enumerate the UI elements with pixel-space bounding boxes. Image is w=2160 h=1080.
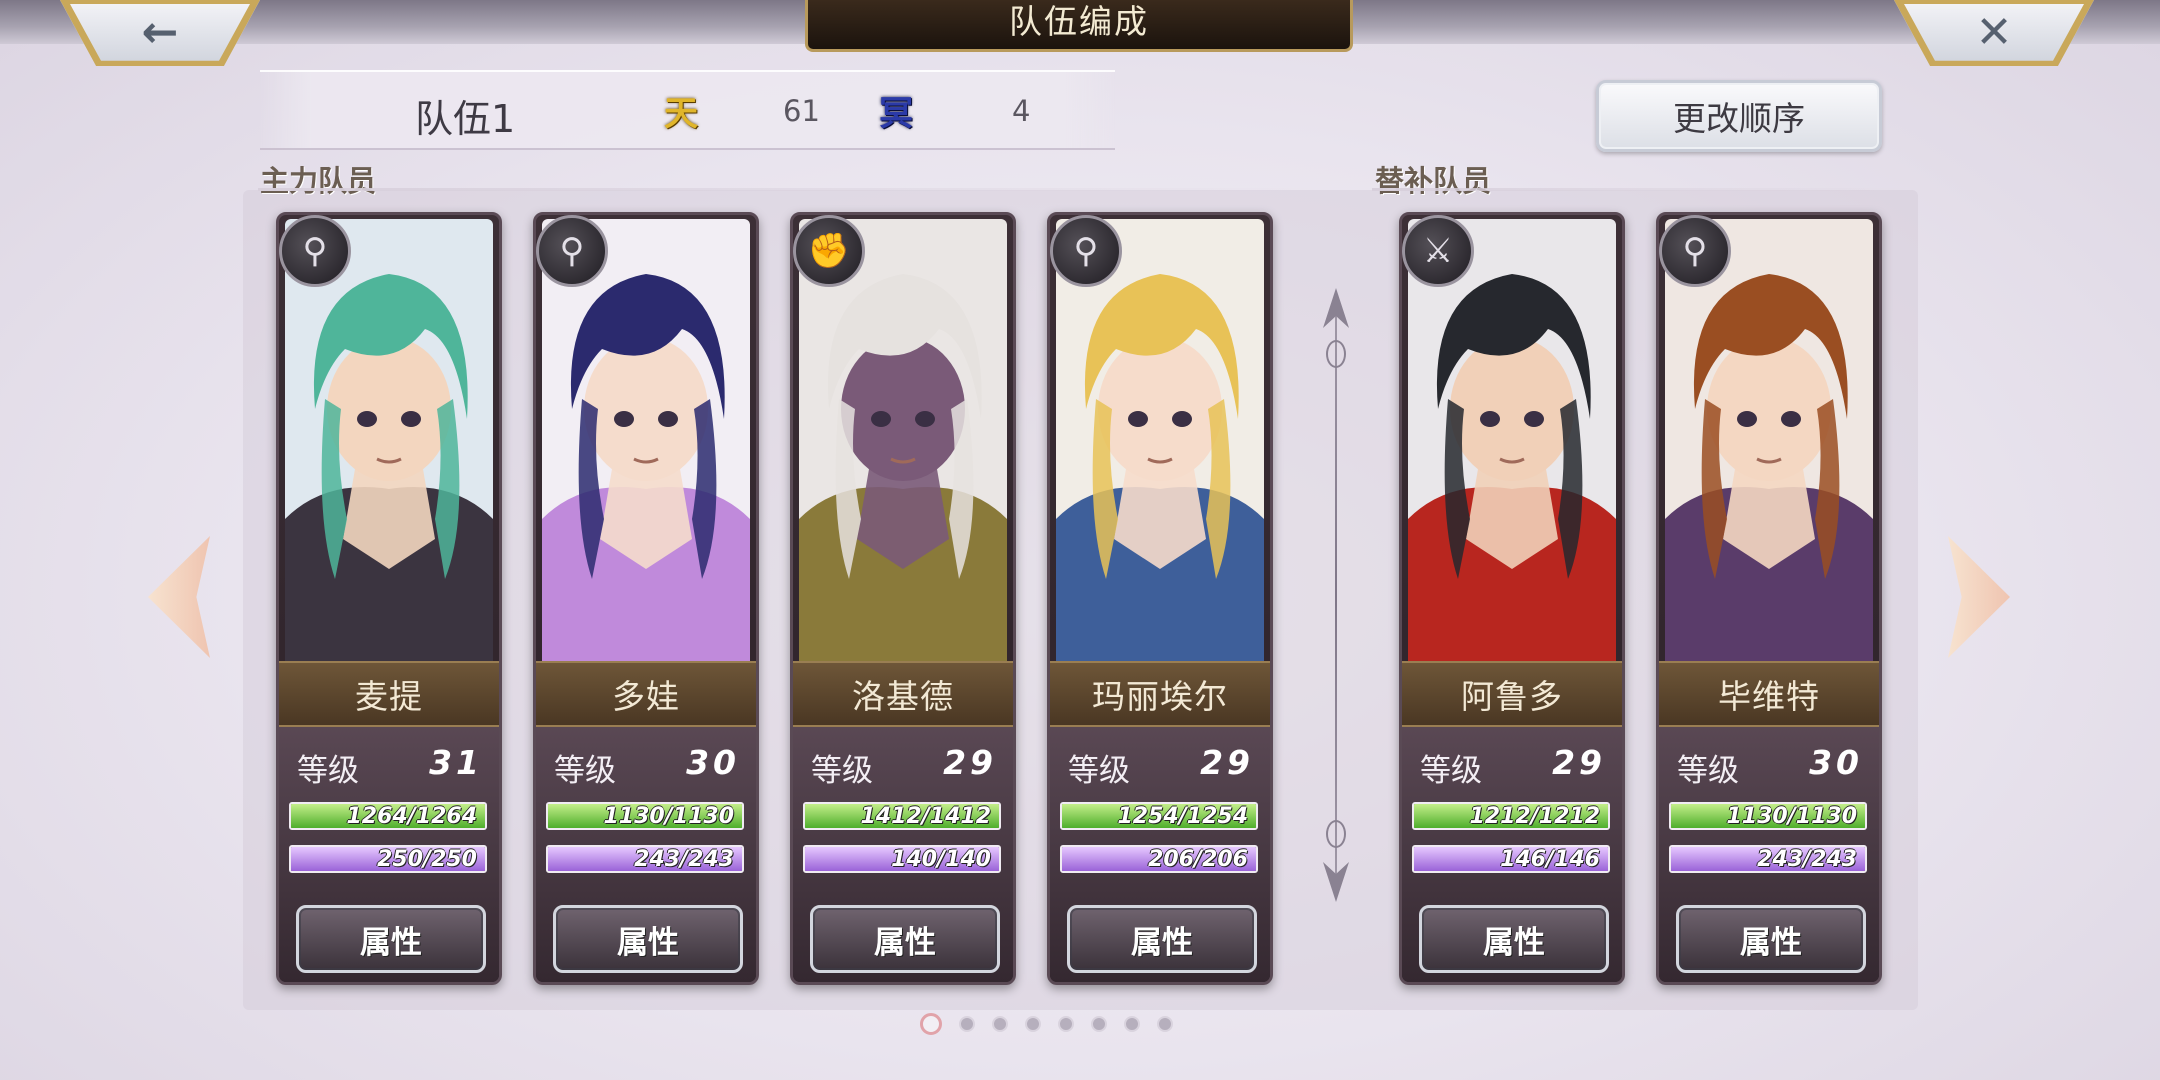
close-icon: ✕ (1975, 7, 2013, 58)
character-card[interactable]: ⚲ 玛丽埃尔 等级 29 1254/1254 206/206 属性 (1047, 212, 1273, 985)
page-dot[interactable] (1025, 1016, 1041, 1032)
page-dot[interactable] (1157, 1016, 1173, 1032)
hp-bar: 1264/1264 (289, 802, 487, 830)
member-divider (1323, 288, 1349, 902)
arrow-left-icon: ← (141, 7, 179, 58)
attributes-button[interactable]: 属性 (296, 905, 486, 973)
sub-label-underline (1372, 188, 1912, 191)
level-label: 等级 (1677, 753, 1739, 789)
hp-value: 1130/1130 (1726, 803, 1858, 829)
page-dot[interactable] (992, 1016, 1008, 1032)
mp-bar: 250/250 (289, 845, 487, 873)
next-page-arrow[interactable] (1948, 536, 2010, 658)
character-name: 阿鲁多 (1402, 661, 1622, 727)
page-dot[interactable] (1124, 1016, 1140, 1032)
character-stats: 等级 29 1412/1412 140/140 属性 (793, 727, 1013, 982)
reorder-button[interactable]: 更改顺序 (1596, 80, 1882, 152)
staff-icon: ⚲ (1659, 215, 1731, 287)
main-members-label: 主力队员 (260, 164, 377, 198)
level-label: 等级 (554, 753, 616, 789)
main-label-underline (258, 188, 1318, 191)
level-value: 29 (943, 743, 997, 782)
level-label: 等级 (1420, 753, 1482, 789)
character-card[interactable]: ⚲ 毕维特 等级 30 1130/1130 243/243 属性 (1656, 212, 1882, 985)
level-value: 30 (1809, 743, 1863, 782)
character-name: 毕维特 (1659, 661, 1879, 727)
team-name: 队伍1 (415, 97, 516, 141)
close-button[interactable]: ✕ (1894, 0, 2094, 66)
sky-element-count: 61 (783, 94, 820, 128)
character-card[interactable]: ✊ 洛基德 等级 29 1412/1412 140/140 属性 (790, 212, 1016, 985)
mp-value: 243/243 (1757, 846, 1857, 872)
hp-bar: 1130/1130 (546, 802, 744, 830)
hp-bar: 1212/1212 (1412, 802, 1610, 830)
page-dot[interactable] (1091, 1016, 1107, 1032)
dark-element-icon: 冥 (879, 93, 913, 134)
attributes-button[interactable]: 属性 (1419, 905, 1609, 973)
character-stats: 等级 30 1130/1130 243/243 属性 (536, 727, 756, 982)
character-stats: 等级 30 1130/1130 243/243 属性 (1659, 727, 1879, 982)
mp-bar: 140/140 (803, 845, 1001, 873)
mp-bar: 243/243 (546, 845, 744, 873)
hp-value: 1264/1264 (346, 803, 478, 829)
staff-icon: ⚲ (536, 215, 608, 287)
character-card[interactable]: ⚲ 多娃 等级 30 1130/1130 243/243 属性 (533, 212, 759, 985)
hp-bar: 1254/1254 (1060, 802, 1258, 830)
sub-members-label: 替补队员 (1375, 164, 1492, 198)
team-bar: 队伍1 天 61 冥 4 (260, 70, 1115, 150)
page-title: 队伍编成 (1009, 1, 1149, 41)
page-dot[interactable] (959, 1016, 975, 1032)
character-name: 多娃 (536, 661, 756, 727)
mp-value: 243/243 (634, 846, 734, 872)
hp-bar: 1412/1412 (803, 802, 1001, 830)
level-label: 等级 (811, 753, 873, 789)
attributes-button[interactable]: 属性 (553, 905, 743, 973)
page-dot[interactable] (1058, 1016, 1074, 1032)
character-card[interactable]: ⚔ 阿鲁多 等级 29 1212/1212 146/146 属性 (1399, 212, 1625, 985)
hp-value: 1254/1254 (1117, 803, 1249, 829)
mp-value: 140/140 (891, 846, 991, 872)
staff-icon: ⚲ (279, 215, 351, 287)
sword-icon: ⚔ (1402, 215, 1474, 287)
staff-icon: ⚲ (1050, 215, 1122, 287)
character-name: 洛基德 (793, 661, 1013, 727)
fist-icon: ✊ (793, 215, 865, 287)
level-value: 30 (686, 743, 740, 782)
attributes-button[interactable]: 属性 (1067, 905, 1257, 973)
mp-value: 146/146 (1500, 846, 1600, 872)
level-value: 31 (429, 743, 483, 782)
level-value: 29 (1200, 743, 1254, 782)
mp-value: 250/250 (377, 846, 477, 872)
hp-value: 1412/1412 (860, 803, 992, 829)
character-stats: 等级 29 1212/1212 146/146 属性 (1402, 727, 1622, 982)
attributes-button[interactable]: 属性 (810, 905, 1000, 973)
mp-bar: 243/243 (1669, 845, 1867, 873)
level-label: 等级 (297, 753, 359, 789)
sky-element-icon: 天 (664, 93, 698, 134)
page-title-plate: 队伍编成 (805, 0, 1353, 52)
hp-value: 1212/1212 (1469, 803, 1601, 829)
character-stats: 等级 31 1264/1264 250/250 属性 (279, 727, 499, 982)
level-value: 29 (1552, 743, 1606, 782)
dark-element-count: 4 (1012, 94, 1031, 128)
page-indicator (920, 1013, 1173, 1035)
prev-page-arrow[interactable] (148, 536, 210, 658)
character-stats: 等级 29 1254/1254 206/206 属性 (1050, 727, 1270, 982)
character-card[interactable]: ⚲ 麦提 等级 31 1264/1264 250/250 属性 (276, 212, 502, 985)
back-button[interactable]: ← (60, 0, 260, 66)
attributes-button[interactable]: 属性 (1676, 905, 1866, 973)
mp-bar: 146/146 (1412, 845, 1610, 873)
level-label: 等级 (1068, 753, 1130, 789)
mp-bar: 206/206 (1060, 845, 1258, 873)
character-name: 麦提 (279, 661, 499, 727)
page-dot[interactable] (920, 1013, 942, 1035)
character-name: 玛丽埃尔 (1050, 661, 1270, 727)
hp-value: 1130/1130 (603, 803, 735, 829)
hp-bar: 1130/1130 (1669, 802, 1867, 830)
mp-value: 206/206 (1148, 846, 1248, 872)
